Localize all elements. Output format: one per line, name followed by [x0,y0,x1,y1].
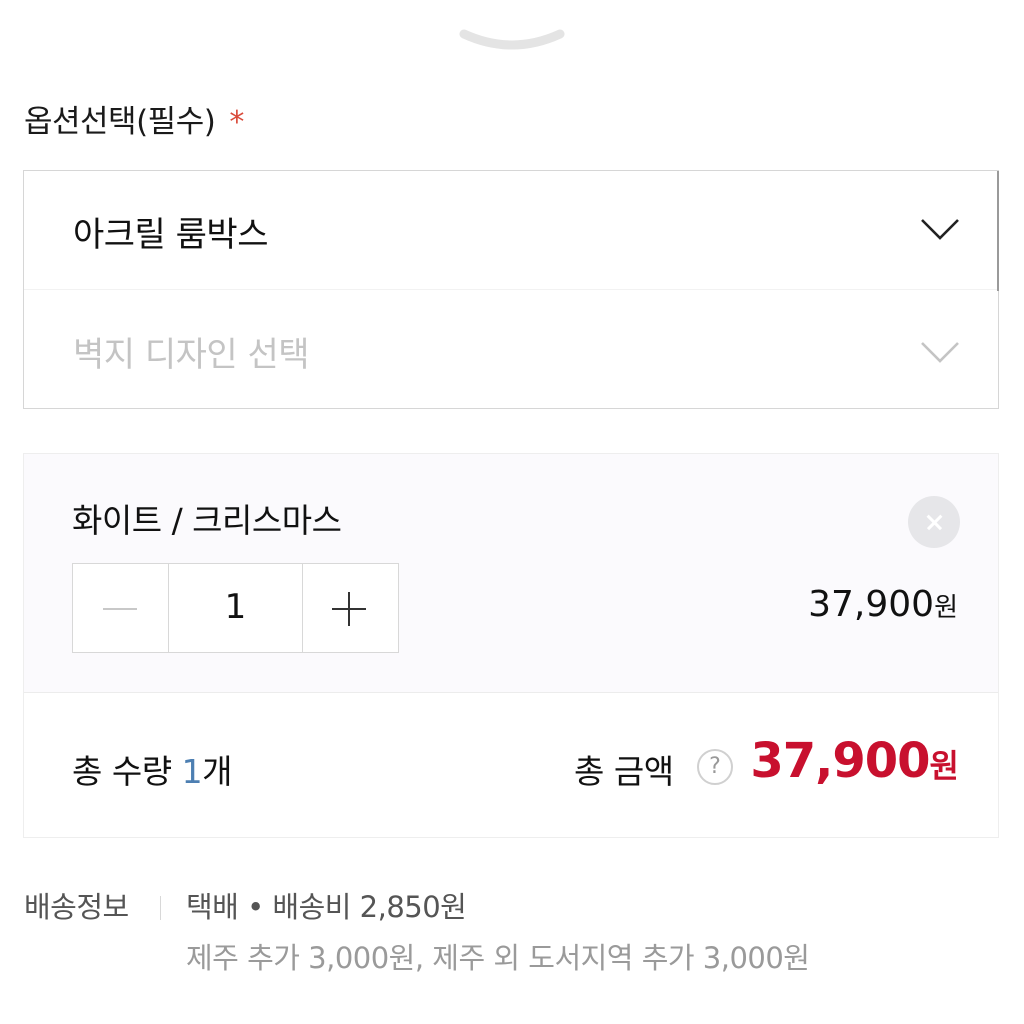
primary-option-value: 아크릴 룸박스 [73,215,269,255]
total-amount-value: 37,900 [750,733,930,789]
total-amount-currency: 원 [929,747,959,785]
option-title-text: 옵션선택(필수) [24,104,216,140]
total-quantity-value: 1 [181,752,203,791]
chevron-down-icon [921,219,959,240]
item-price-value: 37,900 [808,584,935,625]
shipping-extra-fee: 제주 추가 3,000원, 제주 외 도서지역 추가 3,000원 [186,941,810,975]
increase-quantity-button[interactable] [302,564,398,652]
shipping-method: 택배 • 배송비 2,850원 [186,890,467,924]
item-price-currency: 원 [934,593,958,623]
total-quantity-unit: 개 [202,752,232,791]
select-focus-edge [997,171,999,291]
chevron-down-icon [921,342,959,363]
shipping-separator [160,896,161,920]
primary-option-select[interactable]: 아크릴 룸박스 [24,171,999,291]
secondary-option-placeholder: 벽지 디자인 선택 [73,335,310,375]
selected-option-card: 화이트 / 크리스마스 1 37,900원 총 수량 1개 총 금액 ? 37,… [23,453,999,838]
option-select-group: 아크릴 룸박스 벽지 디자인 선택 [23,170,999,409]
total-quantity-label: 총 수량 [72,752,172,791]
totals-bar: 총 수량 1개 총 금액 ? 37,900원 [24,693,998,837]
total-amount: 37,900원 [750,733,959,789]
quantity-value[interactable]: 1 [169,564,302,652]
required-mark: * [229,105,244,140]
secondary-option-select[interactable]: 벽지 디자인 선택 [24,289,998,407]
option-section-title: 옵션선택(필수) * [24,96,244,141]
quantity-stepper: 1 [72,563,399,653]
total-amount-label: 총 금액 [574,752,674,791]
selected-option-name: 화이트 / 크리스마스 [72,501,342,540]
shipping-info-label: 배송정보 [24,890,129,924]
question-icon[interactable]: ? [697,749,733,785]
decrease-quantity-button[interactable] [73,564,169,652]
close-icon[interactable] [908,496,960,548]
chevron-down-handle-icon[interactable] [458,26,566,60]
total-quantity: 총 수량 1개 [72,745,232,793]
item-price: 37,900원 [808,584,958,625]
